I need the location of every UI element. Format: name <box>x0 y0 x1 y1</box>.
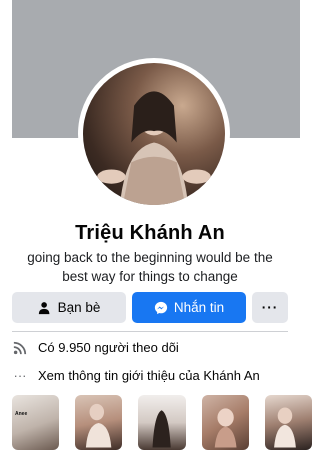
message-button[interactable]: Nhắn tin <box>132 292 246 323</box>
profile-picture[interactable] <box>83 63 225 205</box>
profile-name: Triệu Khánh An <box>75 222 225 244</box>
messenger-icon <box>154 301 167 314</box>
photo-thumbnail[interactable] <box>264 395 313 450</box>
thumbnail-image <box>152 410 172 448</box>
profile-actions: Bạn bè Nhắn tin ··· <box>12 292 288 323</box>
thumbnail-label: Anee <box>15 411 28 417</box>
photo-thumbnail[interactable] <box>138 395 186 450</box>
thumbnail-image <box>273 407 296 448</box>
friends-button-label: Bạn bè <box>57 300 101 315</box>
ellipsis-icon: ··· <box>13 368 27 383</box>
more-button[interactable]: ··· <box>252 292 288 323</box>
photo-thumbnail[interactable]: Anee <box>12 395 60 450</box>
friends-button[interactable]: Bạn bè <box>12 292 126 323</box>
thumbnail-image <box>86 403 112 448</box>
profile-picture-image <box>97 91 211 205</box>
followers-text: Có 9.950 người theo dõi <box>38 340 179 355</box>
photo-thumbnail[interactable] <box>201 395 249 450</box>
followers-row[interactable]: Có 9.950 người theo dõi <box>12 340 288 355</box>
message-button-label: Nhắn tin <box>173 300 225 315</box>
about-text: Xem thông tin giới thiệu của Khánh An <box>38 368 260 383</box>
section-divider <box>12 331 288 332</box>
person-check-icon <box>38 301 49 314</box>
rss-icon <box>12 341 28 355</box>
profile-bio: going back to the beginning would be the… <box>27 250 273 284</box>
photo-thumbnail[interactable] <box>75 395 123 450</box>
profile-picture-frame[interactable] <box>78 58 230 210</box>
thumbnail-image <box>214 408 237 448</box>
about-row[interactable]: ··· Xem thông tin giới thiệu của Khánh A… <box>12 368 288 383</box>
more-icon: ··· <box>261 300 279 315</box>
photo-thumbnails: Anee <box>12 395 313 450</box>
